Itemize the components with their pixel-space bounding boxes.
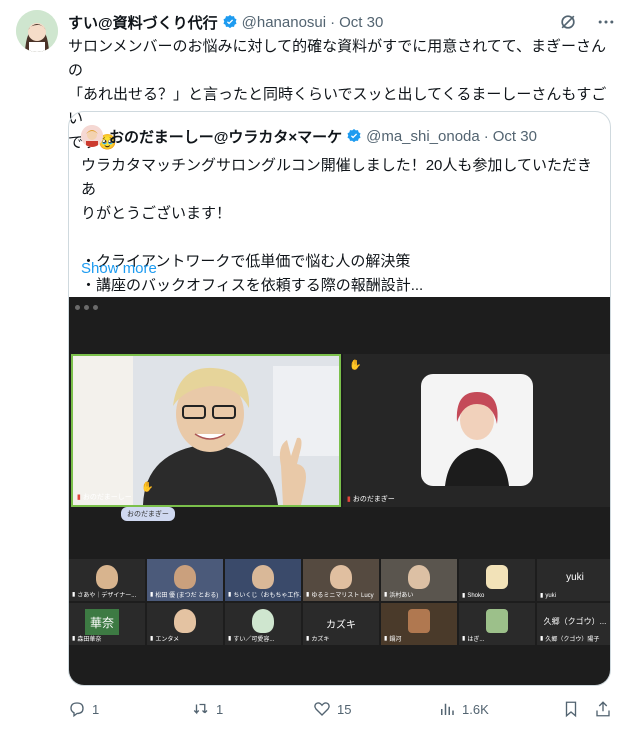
participant-label: ▮ おのだまぎー [347, 496, 395, 503]
participant-tile: yuki ▮ yuki [537, 559, 610, 601]
like-count: 15 [337, 701, 352, 717]
participant-tile: ▮ エンタメ [147, 603, 223, 645]
mic-muted-icon: ▮ [347, 496, 351, 503]
quote-author-handle[interactable]: @ma_shi_onoda [366, 128, 480, 145]
verified-icon [347, 129, 361, 143]
raise-hand-icon: ✋ [141, 482, 154, 493]
show-more-link[interactable]: Show more [81, 260, 157, 277]
quote-text: ウラカタマッチングサロングルコン開催しました！20人も参加していただきあ りがと… [81, 154, 601, 298]
tweet-header: すい@資料づくり代行 @hananosui · Oct 30 [68, 12, 383, 32]
retweet-count: 1 [216, 701, 224, 717]
quote-line: ・クライアントワークで低単価で悩む人の解決策 [81, 253, 411, 270]
reply-icon [70, 702, 84, 718]
reply-button[interactable]: 1 [68, 700, 99, 718]
video-call-image[interactable]: ▮ おのだまーしー ✋ おのだまぎー ✋ ▮ おのだまぎー ▮ さあや｜デザイナー..… [69, 297, 610, 685]
header-actions [558, 12, 616, 32]
bookmark-icon [565, 701, 577, 718]
tweet-action-bar: 1 1 15 1.6K [68, 700, 613, 724]
views-count: 1.6K [462, 701, 489, 717]
more-icon[interactable] [596, 12, 616, 32]
author-name[interactable]: すい@資料づくり代行 [68, 12, 218, 33]
grok-icon[interactable] [558, 12, 578, 32]
quote-date[interactable]: Oct 30 [493, 128, 537, 145]
author-handle[interactable]: @hananosui [242, 14, 326, 31]
quote-line: ・講座のバックオフィスを依頼する際の報酬設計... [81, 277, 424, 294]
participant-tile: ▮ ちいくじ（おもちゃ工作... [225, 559, 301, 601]
tweet-line: サロンメンバーのお悩みに対して的確な資料がすでに用意されてて、まぎーさんの [68, 38, 607, 79]
share-icon [596, 701, 610, 717]
views-icon [441, 703, 454, 715]
quote-line: ウラカタマッチングサロングルコン開催しました！20人も参加していただきあ [81, 157, 592, 198]
reply-count: 1 [92, 701, 100, 717]
participant-tile: ▮ ゆるミニマリスト Lucy [303, 559, 379, 601]
separator-dot: · [483, 127, 489, 145]
participant-tile: カズキ ▮ カズキ [303, 603, 379, 645]
mic-muted-icon: ▮ [77, 494, 81, 501]
participant-illustration [421, 374, 533, 486]
participant-tile: 華奈 ▮ 森田華奈 [69, 603, 145, 645]
window-dots [75, 305, 98, 310]
views-button[interactable]: 1.6K [438, 700, 489, 718]
participant-video: ✋ ▮ おのだまぎー [343, 354, 610, 507]
participant-tile: ▮ さあや｜デザイナー... [69, 559, 145, 601]
like-button[interactable]: 15 [313, 700, 351, 718]
name-tooltip: おのだまぎー [121, 507, 175, 521]
share-button[interactable] [594, 700, 612, 718]
participant-tile: ▮ すい／可愛容... [225, 603, 301, 645]
participant-tile: ▮ 浜村あい [381, 559, 457, 601]
author-avatar[interactable] [16, 10, 58, 52]
bookmark-button[interactable] [562, 700, 580, 718]
quote-author-name[interactable]: おのだまーしー@ウラカタ×マーケ [109, 126, 342, 147]
participant-label: ▮ おのだまーしー [77, 494, 132, 501]
avatar-illustration [16, 10, 58, 52]
heart-icon [314, 702, 330, 716]
retweet-icon [193, 703, 208, 715]
quote-header: おのだまーしー@ウラカタ×マーケ @ma_shi_onoda · Oct 30 [81, 125, 537, 147]
participant-tile: ▮ 鍋河 [381, 603, 457, 645]
quote-line [81, 226, 601, 250]
quote-tweet-card[interactable]: おのだまーしー@ウラカタ×マーケ @ma_shi_onoda · Oct 30 … [68, 111, 611, 686]
verified-icon [223, 15, 237, 29]
participant-tile: ▮ はぎ... [459, 603, 535, 645]
retweet-button[interactable]: 1 [192, 700, 223, 718]
separator-dot: · [330, 13, 336, 31]
raise-hand-icon: ✋ [349, 360, 362, 371]
quote-author-avatar [81, 125, 103, 147]
speaker-illustration [73, 356, 339, 505]
quote-line: りがとうございます！ [81, 205, 232, 222]
participant-tile: 久郷（クゴウ）... ▮ 久郷（クゴウ）陽子 [537, 603, 610, 645]
avatar-illustration [81, 125, 103, 147]
participant-tile: ▮ Shoko [459, 559, 535, 601]
main-speaker-video: ▮ おのだまーしー ✋ [71, 354, 341, 507]
participant-tile: ▮ 松田 優 (まつだ とおる) [147, 559, 223, 601]
tweet-date[interactable]: Oct 30 [339, 14, 383, 31]
